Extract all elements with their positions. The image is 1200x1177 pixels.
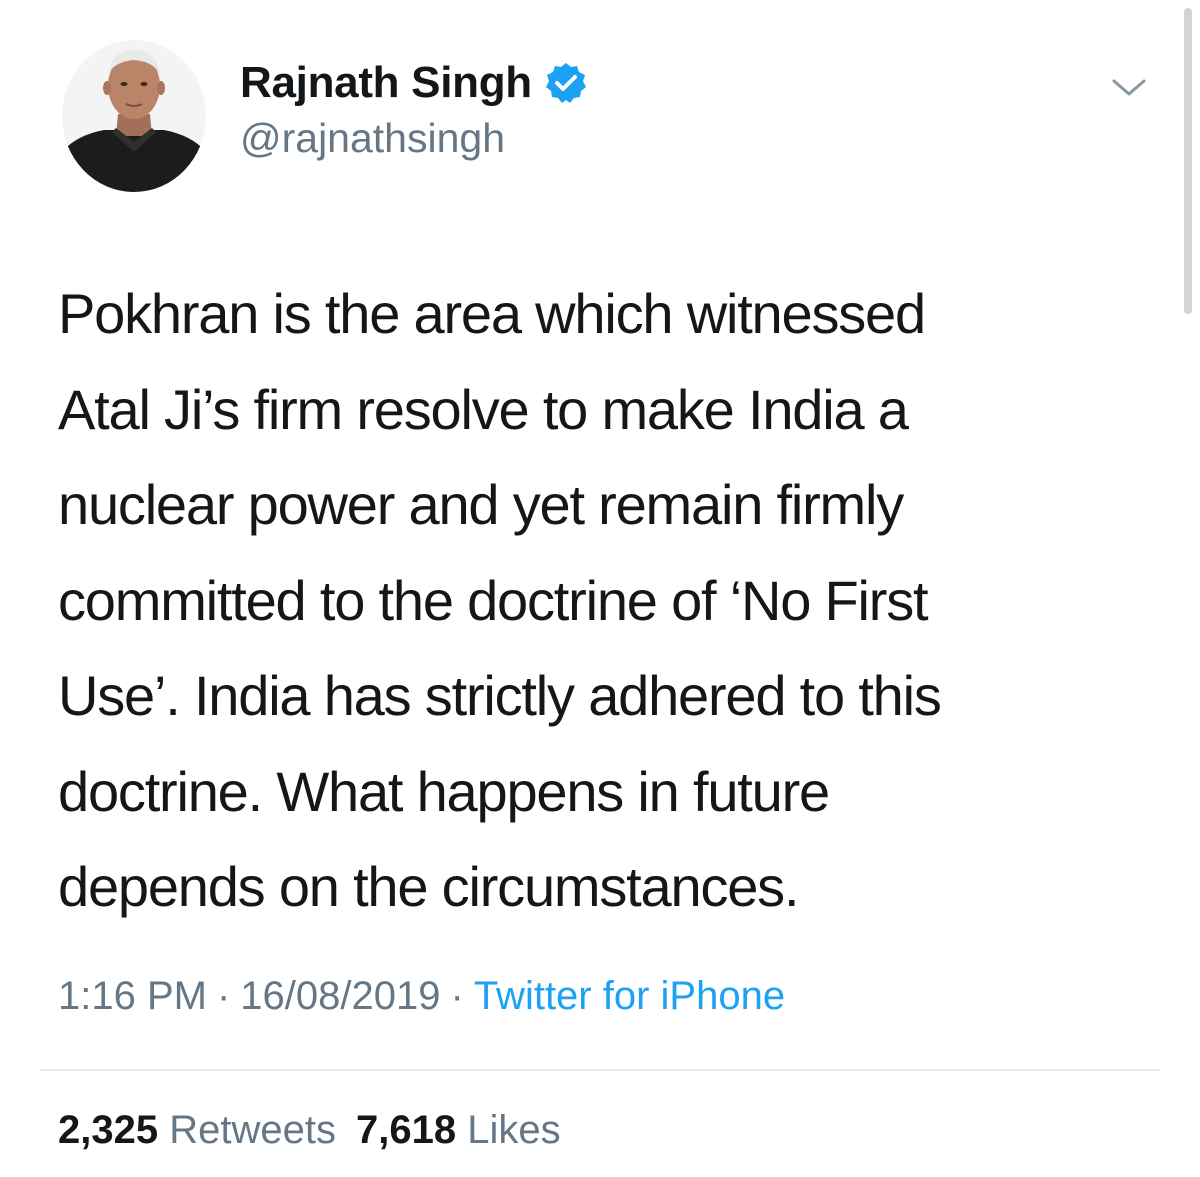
name-row: Rajnath Singh: [240, 58, 588, 108]
divider: [40, 1069, 1160, 1071]
scrollbar[interactable]: [1184, 8, 1192, 314]
tweet-stats: 2,325 Retweets 7,618 Likes: [58, 1108, 561, 1153]
user-handle[interactable]: @rajnathsingh: [240, 115, 505, 162]
tweet-text: Pokhran is the area which witnessed Atal…: [58, 282, 942, 918]
tweet-meta: 1:16 PM · 16/08/2019 · Twitter for iPhone: [58, 974, 785, 1019]
meta-separator: ·: [216, 974, 231, 1018]
verified-badge-icon: [544, 61, 588, 105]
retweets-label: Retweets: [169, 1108, 336, 1152]
likes-count: 7,618: [355, 1108, 457, 1152]
likes-stat[interactable]: 7,618 Likes: [356, 1108, 561, 1152]
tweet-source-link[interactable]: Twitter for iPhone: [474, 974, 785, 1018]
chevron-down-icon[interactable]: [1108, 70, 1150, 104]
retweets-stat[interactable]: 2,325 Retweets: [58, 1108, 336, 1152]
meta-separator: ·: [450, 974, 464, 1018]
tweet-time: 1:16 PM: [58, 974, 207, 1018]
retweets-count: 2,325: [58, 1108, 159, 1152]
tweet-date: 16/08/2019: [240, 974, 441, 1018]
avatar[interactable]: [62, 40, 206, 192]
likes-label: Likes: [467, 1108, 561, 1152]
display-name[interactable]: Rajnath Singh: [240, 58, 532, 108]
